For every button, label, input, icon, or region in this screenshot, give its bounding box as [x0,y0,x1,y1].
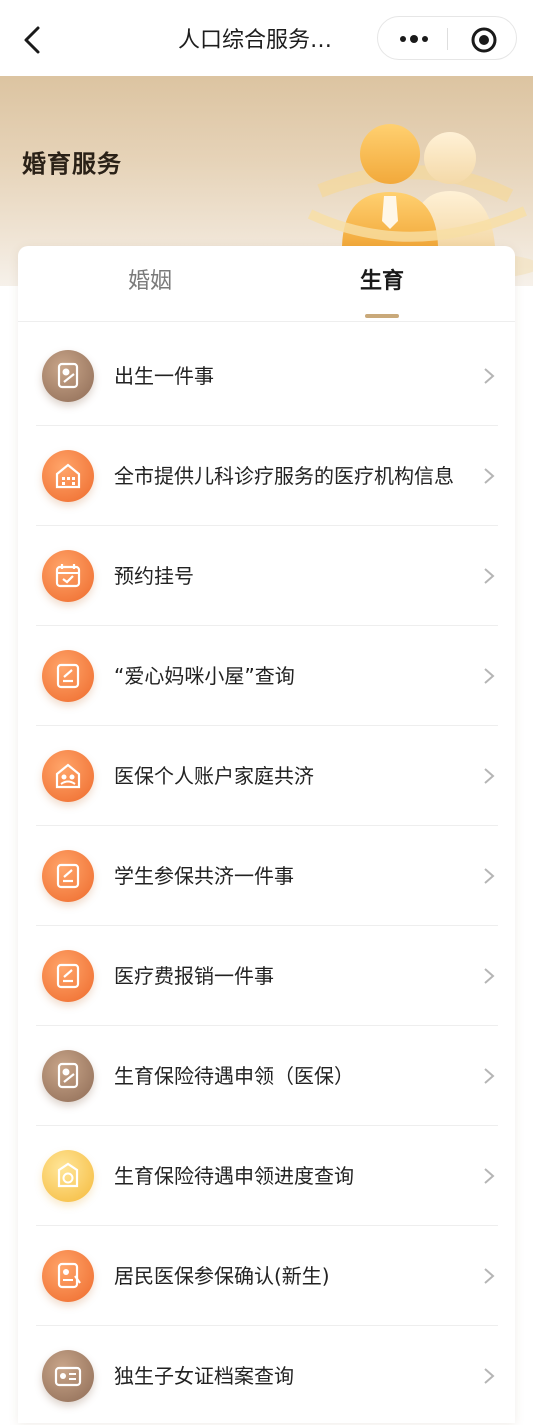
certificate-icon [42,1050,94,1102]
item-label: 生育保险待遇申领（医保） [114,1063,354,1088]
chevron-right-icon [484,968,495,984]
item-label: 生育保险待遇申领进度查询 [114,1163,354,1188]
tab-bar: 婚姻 生育 [18,246,515,322]
more-dots-icon[interactable] [396,27,432,51]
list-item[interactable]: 医疗费报销一件事 [36,926,498,1026]
mini-program-capsule [377,16,517,60]
list-item[interactable]: 出生一件事 [36,326,498,426]
item-label: 出生一件事 [114,363,214,388]
item-label: “爱心妈咪小屋”查询 [114,663,295,688]
close-mini-program-icon[interactable] [470,26,498,54]
edit-icon [42,650,94,702]
calendar-check-icon [42,550,94,602]
nav-title: 人口综合服务… [178,28,333,53]
chevron-right-icon [484,368,495,384]
list-item[interactable]: 学生参保共济一件事 [36,826,498,926]
item-label: 独生子女证档案查询 [114,1363,294,1388]
page-title: 婚育服务 [22,150,122,178]
chevron-right-icon [484,1268,495,1284]
chevron-right-icon [484,768,495,784]
id-card-icon [42,1350,94,1402]
list-item[interactable]: 生育保险待遇申领进度查询 [36,1126,498,1226]
list-item[interactable]: 全市提供儿科诊疗服务的医疗机构信息 [36,426,498,526]
chevron-right-icon [484,668,495,684]
service-list: 出生一件事 全市提供儿科诊疗服务的医疗机构信息 预约挂号 “爱心妈咪小屋”查询 [36,326,498,1425]
edit-icon [42,850,94,902]
chevron-right-icon [484,1068,495,1084]
top-nav-bar: 人口综合服务… [0,0,533,76]
tab-childbirth[interactable]: 生育 [258,246,506,321]
item-label: 全市提供儿科诊疗服务的医疗机构信息 [114,463,454,488]
tab-marriage[interactable]: 婚姻 [26,246,274,321]
chevron-right-icon [484,1368,495,1384]
list-item[interactable]: 居民医保参保确认(新生) [36,1226,498,1326]
chevron-right-icon [484,1168,495,1184]
active-tab-indicator [365,314,399,318]
item-label: 医保个人账户家庭共济 [114,763,314,788]
item-label: 学生参保共济一件事 [114,863,294,888]
list-item[interactable]: 预约挂号 [36,526,498,626]
service-card: 婚姻 生育 出生一件事 全市提供儿科诊疗服务的医疗机构信息 预约挂号 “爱心妈咪… [18,246,515,1423]
chevron-right-icon [484,568,495,584]
item-label: 预约挂号 [114,563,194,588]
insurance-doc-icon [42,1250,94,1302]
edit-icon [42,950,94,1002]
progress-search-icon [42,1150,94,1202]
list-item[interactable]: “爱心妈咪小屋”查询 [36,626,498,726]
capsule-divider [447,28,448,50]
back-arrow-icon[interactable] [18,24,48,56]
hospital-icon [42,450,94,502]
chevron-right-icon [484,868,495,884]
certificate-icon [42,350,94,402]
list-item[interactable]: 独生子女证档案查询 [36,1326,498,1425]
family-home-icon [42,750,94,802]
item-label: 医疗费报销一件事 [114,963,274,988]
item-label: 居民医保参保确认(新生) [114,1263,330,1288]
chevron-right-icon [484,468,495,484]
list-item[interactable]: 生育保险待遇申领（医保） [36,1026,498,1126]
list-item[interactable]: 医保个人账户家庭共济 [36,726,498,826]
